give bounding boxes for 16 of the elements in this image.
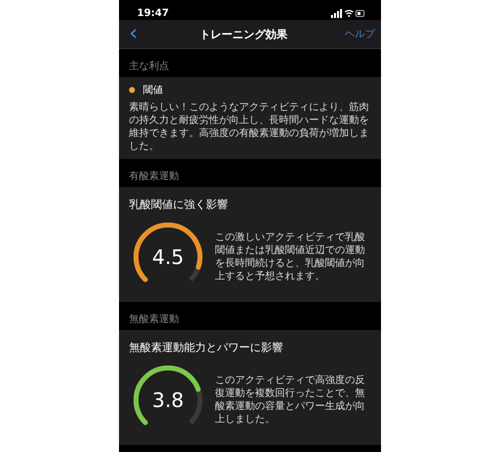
section-header: 有酸素運動 <box>128 170 180 184</box>
screen-title: トレーニング効果 <box>199 26 288 42</box>
score-value: 3.8 <box>151 388 185 412</box>
effect-title: 乳酸閾値に強く影響 <box>129 197 229 213</box>
effect-description: このアクティビティで高強度の反復運動を複数回行ったことで、無酸素運動の容量とパワー生成が向上しました。 <box>215 374 366 426</box>
benefit-title: 閾値 <box>143 84 163 97</box>
back-button[interactable]: ‹ <box>125 23 142 45</box>
status-icons <box>331 8 365 18</box>
effect-description: この激しいアクティビティで乳酸閾値または乳酸閾値近辺での運動を長時間続けると、乳酸閾値が向上すると予想されます。 <box>215 231 366 283</box>
status-time: 19:47 <box>137 8 169 18</box>
help-button[interactable]: ヘルプ <box>345 27 375 41</box>
score-value: 4.5 <box>151 245 185 269</box>
effect-title: 無酸素運動能力とパワーに影響 <box>129 340 284 356</box>
section-header: 無酸素運動 <box>128 312 180 327</box>
benefit-description: 素晴らしい！このようなアクティビティにより、筋肉の持久力と耐疲労性が向上し、長時間ハードな運動を維持できます。高強度の有酸素運動の負荷が増加しました。 <box>129 101 370 153</box>
section-header: 主な利点 <box>128 60 170 74</box>
